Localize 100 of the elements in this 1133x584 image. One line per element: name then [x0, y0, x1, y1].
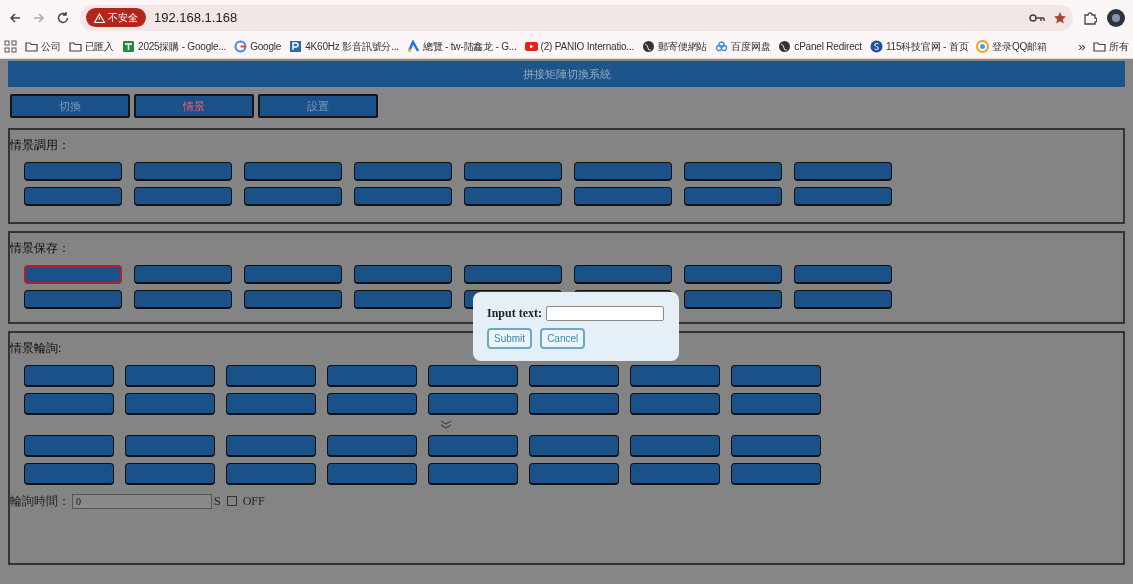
scene-button[interactable]: [244, 290, 342, 309]
scene-button[interactable]: [327, 393, 417, 415]
star-icon[interactable]: [1053, 10, 1067, 25]
scene-button[interactable]: [134, 265, 232, 284]
extension-icon[interactable]: [1083, 10, 1097, 25]
section-label: 情景輪詢:: [10, 340, 62, 356]
scene-button[interactable]: [464, 187, 562, 206]
scene-button[interactable]: [428, 393, 518, 415]
scene-button[interactable]: [244, 265, 342, 284]
letter-s-icon: [869, 40, 883, 53]
scene-button[interactable]: [731, 463, 821, 485]
scene-button[interactable]: [574, 265, 672, 284]
bookmark-link[interactable]: 郵寄便網站: [642, 39, 708, 54]
bookmark-link[interactable]: 百度网盘: [715, 39, 771, 54]
scene-button[interactable]: [529, 435, 619, 457]
key-icon[interactable]: [1029, 12, 1045, 23]
scene-button[interactable]: [464, 162, 562, 181]
scene-button[interactable]: [327, 365, 417, 387]
scene-button[interactable]: [354, 187, 452, 206]
bookmark-link[interactable]: (2) PANIO Internatio...: [524, 39, 635, 54]
bookmark-link[interactable]: 2025採購 - Google...: [122, 39, 227, 54]
bookmark-link[interactable]: Google: [234, 39, 282, 54]
scene-button[interactable]: [24, 463, 114, 485]
scene-button[interactable]: [684, 187, 782, 206]
dialog-button[interactable]: Submit: [487, 328, 533, 349]
scene-button[interactable]: [684, 162, 782, 181]
scene-button[interactable]: [24, 393, 114, 415]
scene-button[interactable]: [630, 393, 720, 415]
scene-button[interactable]: [327, 463, 417, 485]
scene-button[interactable]: [464, 265, 562, 284]
scene-button[interactable]: [24, 290, 122, 309]
avatar-icon[interactable]: [1107, 8, 1125, 27]
scene-button[interactable]: [24, 265, 122, 284]
scene-button[interactable]: [354, 265, 452, 284]
scene-button[interactable]: [24, 187, 122, 206]
scene-button[interactable]: [244, 187, 342, 206]
scene-button[interactable]: [529, 393, 619, 415]
scene-button[interactable]: [794, 290, 892, 309]
bookmark-link[interactable]: 公司: [25, 39, 61, 54]
folder-icon: [25, 40, 38, 53]
scene-button[interactable]: [731, 435, 821, 457]
poll-time-label: 輪詢時間：: [10, 493, 70, 510]
back-icon[interactable]: [8, 10, 22, 25]
scene-button[interactable]: [684, 265, 782, 284]
scene-button[interactable]: [134, 290, 232, 309]
scene-button[interactable]: [731, 393, 821, 415]
bookmark-link[interactable]: 4K60Hz 影音訊號分...: [289, 39, 399, 54]
scene-button[interactable]: [529, 365, 619, 387]
scene-button[interactable]: [134, 162, 232, 181]
off-checkbox[interactable]: [226, 496, 237, 506]
scene-button[interactable]: [354, 162, 452, 181]
text-field[interactable]: [546, 305, 664, 321]
bookmark-link[interactable]: 登录QQ邮箱: [976, 39, 1047, 54]
scene-button[interactable]: [226, 393, 316, 415]
scene-button[interactable]: [226, 463, 316, 485]
scene-button[interactable]: [428, 365, 518, 387]
scene-button[interactable]: [684, 290, 782, 309]
scene-button[interactable]: [125, 435, 215, 457]
bookmark-link[interactable]: 已匯入: [68, 39, 114, 54]
poll-time-field[interactable]: 0: [72, 493, 212, 509]
scene-button[interactable]: [354, 290, 452, 309]
spreadsheet-icon: [122, 40, 135, 53]
scene-button[interactable]: [428, 435, 518, 457]
more-bookmarks-button[interactable]: »: [1078, 36, 1086, 57]
scene-button[interactable]: [125, 393, 215, 415]
scene-button[interactable]: [226, 435, 316, 457]
globe-icon: [642, 40, 656, 53]
scene-button[interactable]: [794, 265, 892, 284]
scene-button[interactable]: [24, 162, 122, 181]
forward-icon[interactable]: [32, 10, 46, 25]
scene-button[interactable]: [529, 463, 619, 485]
bookmark-link[interactable]: 115科技官网 - 首页: [869, 39, 969, 54]
scene-button[interactable]: [226, 365, 316, 387]
scene-button[interactable]: [574, 187, 672, 206]
section-label: 情景調用：: [10, 137, 70, 153]
reload-icon[interactable]: [56, 10, 70, 25]
scene-button[interactable]: [244, 162, 342, 181]
scene-button[interactable]: [134, 187, 232, 206]
scene-button[interactable]: [630, 463, 720, 485]
scene-button[interactable]: [630, 435, 720, 457]
bookmark-link[interactable]: cPanel Redirect: [778, 39, 862, 54]
double-chevron-icon[interactable]: [440, 420, 452, 429]
scene-button[interactable]: [794, 162, 892, 181]
scene-button[interactable]: [24, 435, 114, 457]
url-text[interactable]: 192.168.1.168: [154, 7, 238, 28]
scene-button[interactable]: [794, 187, 892, 206]
cloud-icon: [715, 40, 729, 53]
scene-button[interactable]: [731, 365, 821, 387]
security-badge[interactable]: 不安全: [86, 8, 146, 27]
scene-button[interactable]: [125, 365, 215, 387]
scene-button[interactable]: [24, 365, 114, 387]
scene-button[interactable]: [574, 162, 672, 181]
bookmark-folder[interactable]: 所有: [1093, 39, 1129, 54]
scene-button[interactable]: [125, 463, 215, 485]
apps-icon[interactable]: [4, 40, 17, 53]
dialog-button[interactable]: Cancel: [540, 328, 586, 349]
scene-button[interactable]: [630, 365, 720, 387]
scene-button[interactable]: [327, 435, 417, 457]
bookmark-link[interactable]: 總覽 - tw-陆鑫龙 - G...: [406, 39, 517, 54]
scene-button[interactable]: [428, 463, 518, 485]
